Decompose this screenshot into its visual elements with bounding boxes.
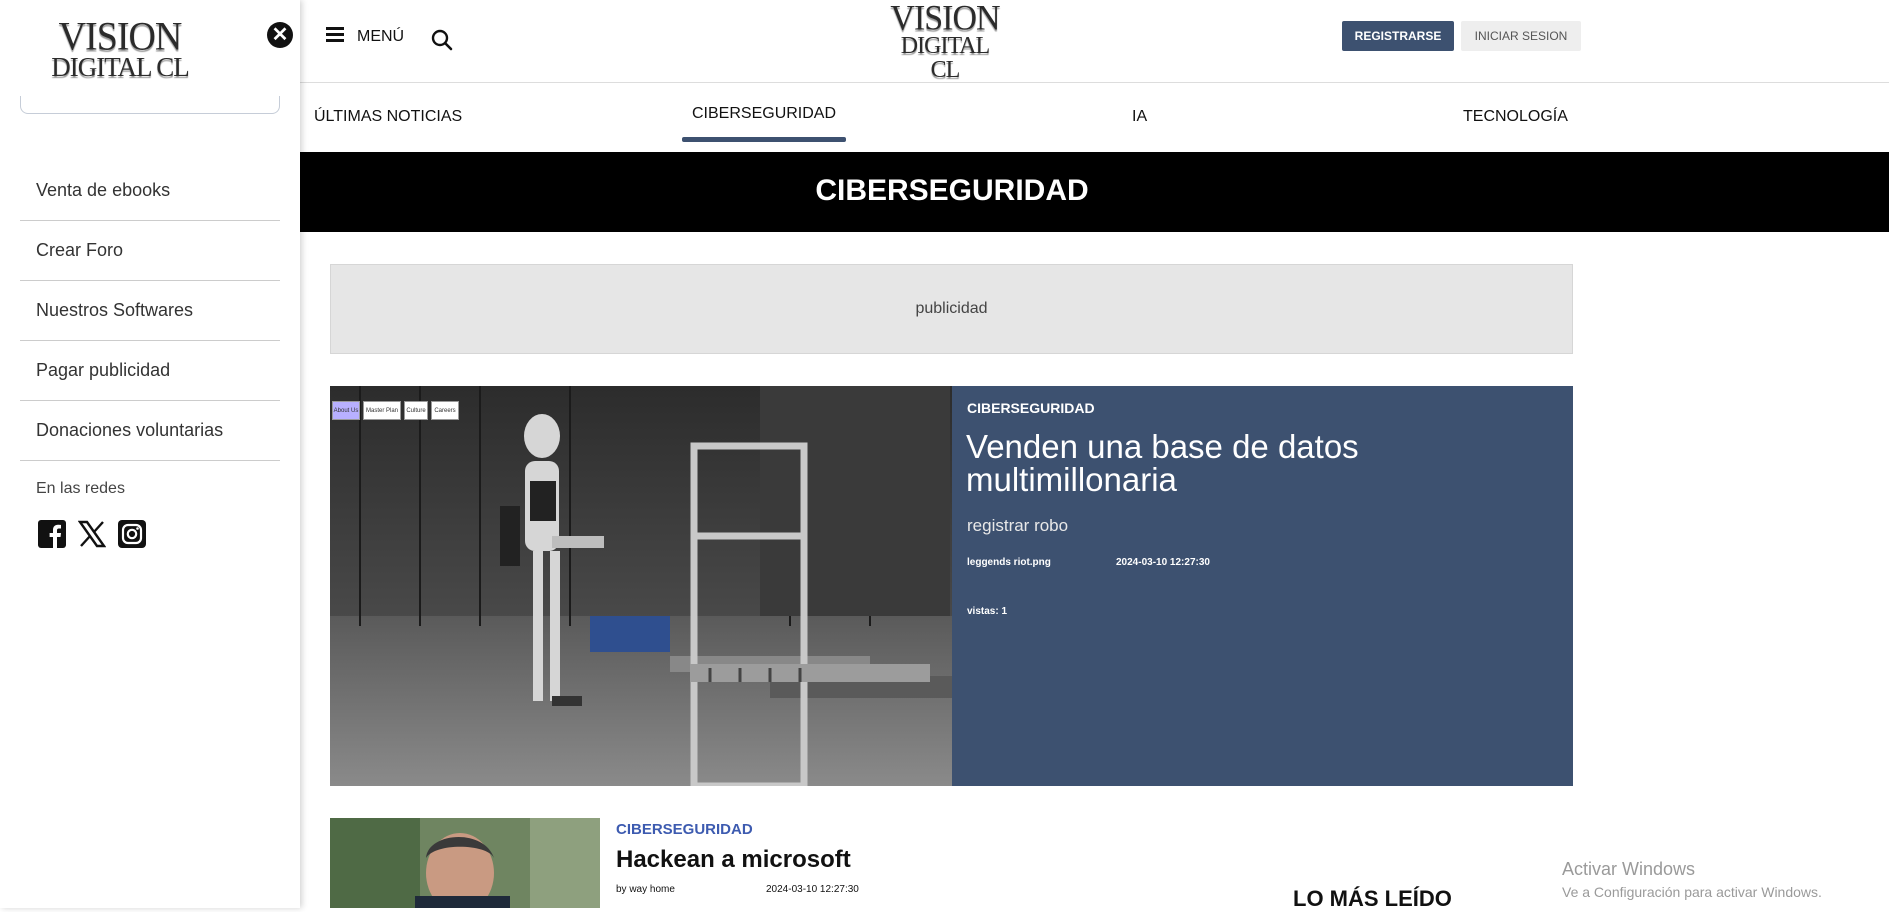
hamburger-icon[interactable]: [326, 27, 344, 43]
tab-ciberseguridad[interactable]: CIBERSEGURIDAD: [692, 105, 836, 123]
facebook-icon[interactable]: [38, 520, 68, 550]
article-title[interactable]: Hackean a microsoft: [616, 846, 851, 874]
featured-subtitle: registrar robo: [967, 516, 1069, 535]
x-icon[interactable]: [77, 520, 108, 550]
instagram-icon[interactable]: [118, 520, 148, 550]
article-thumbnail[interactable]: [330, 818, 600, 908]
active-tab-indicator: [682, 137, 846, 142]
site-logo[interactable]: VISION DIGITAL CL: [890, 0, 1000, 83]
article-author: by way home: [616, 884, 675, 895]
register-button[interactable]: REGISTRARSE: [1342, 21, 1454, 51]
logo-line1: VISION: [58, 14, 183, 60]
tab-ia[interactable]: IA: [1132, 108, 1147, 126]
featured-title[interactable]: Venden una base de datos multimillonaria: [966, 430, 1556, 496]
header-divider: [300, 82, 1889, 83]
sidebar-item-label: Nuestros Softwares: [36, 300, 194, 320]
tab-tecnologia[interactable]: TECNOLOGÍA: [1463, 108, 1568, 126]
tab-ultimas-noticias[interactable]: ÚLTIMAS NOTICIAS: [314, 108, 462, 126]
sidebar-item-label: Crear Foro: [36, 240, 124, 260]
image-nav-tag: Master Plan: [363, 401, 401, 420]
most-read-heading: LO MÁS LEÍDO: [1293, 886, 1452, 911]
section-title: CIBERSEGURIDAD: [815, 174, 1089, 207]
sidebar-item-softwares[interactable]: Nuestros Softwares: [20, 281, 280, 341]
featured-category[interactable]: CIBERSEGURIDAD: [967, 400, 1095, 416]
featured-article-image[interactable]: [330, 386, 952, 786]
image-nav-tag: Culture: [404, 401, 428, 420]
sidebar-logo[interactable]: VISION DIGITAL CL: [50, 14, 190, 81]
logo-line2: DIGITAL CL: [900, 33, 990, 83]
image-nav-tag: Careers: [431, 401, 459, 420]
social-heading: En las redes: [36, 480, 125, 497]
sidebar-item-label: Pagar publicidad: [36, 360, 171, 380]
sidebar-search-field[interactable]: [20, 96, 280, 114]
windows-activation-subtitle: Ve a Configuración para activar Windows.: [1562, 884, 1822, 900]
sidebar-item-label: Venta de ebooks: [36, 180, 171, 200]
close-icon[interactable]: ✕: [267, 22, 293, 48]
featured-author: leggends riot.png: [967, 557, 1051, 568]
ad-label: publicidad: [915, 300, 988, 317]
article-date: 2024-03-10 12:27:30: [766, 884, 859, 895]
featured-date: 2024-03-10 12:27:30: [1116, 557, 1210, 568]
search-icon[interactable]: [430, 28, 454, 52]
ad-placeholder[interactable]: publicidad: [330, 264, 1573, 354]
sidebar-item-crear-foro[interactable]: Crear Foro: [20, 221, 280, 281]
sidebar-drawer: VISION DIGITAL CL ✕ Venta de ebooks Crea…: [0, 0, 300, 908]
windows-activation-title: Activar Windows: [1562, 859, 1696, 879]
sidebar-item-publicidad[interactable]: Pagar publicidad: [20, 341, 280, 401]
article-category[interactable]: CIBERSEGURIDAD: [616, 821, 753, 838]
image-nav-tag: About Us: [332, 401, 360, 420]
sidebar-item-ebooks[interactable]: Venta de ebooks: [20, 161, 280, 221]
menu-button[interactable]: MENÚ: [357, 28, 404, 46]
login-button[interactable]: INICIAR SESION: [1461, 21, 1581, 51]
sidebar-item-donaciones[interactable]: Donaciones voluntarias: [20, 401, 280, 461]
logo-line1: VISION: [890, 0, 1000, 38]
featured-views: vistas: 1: [967, 606, 1008, 617]
sidebar-item-label: Donaciones voluntarias: [36, 420, 224, 440]
